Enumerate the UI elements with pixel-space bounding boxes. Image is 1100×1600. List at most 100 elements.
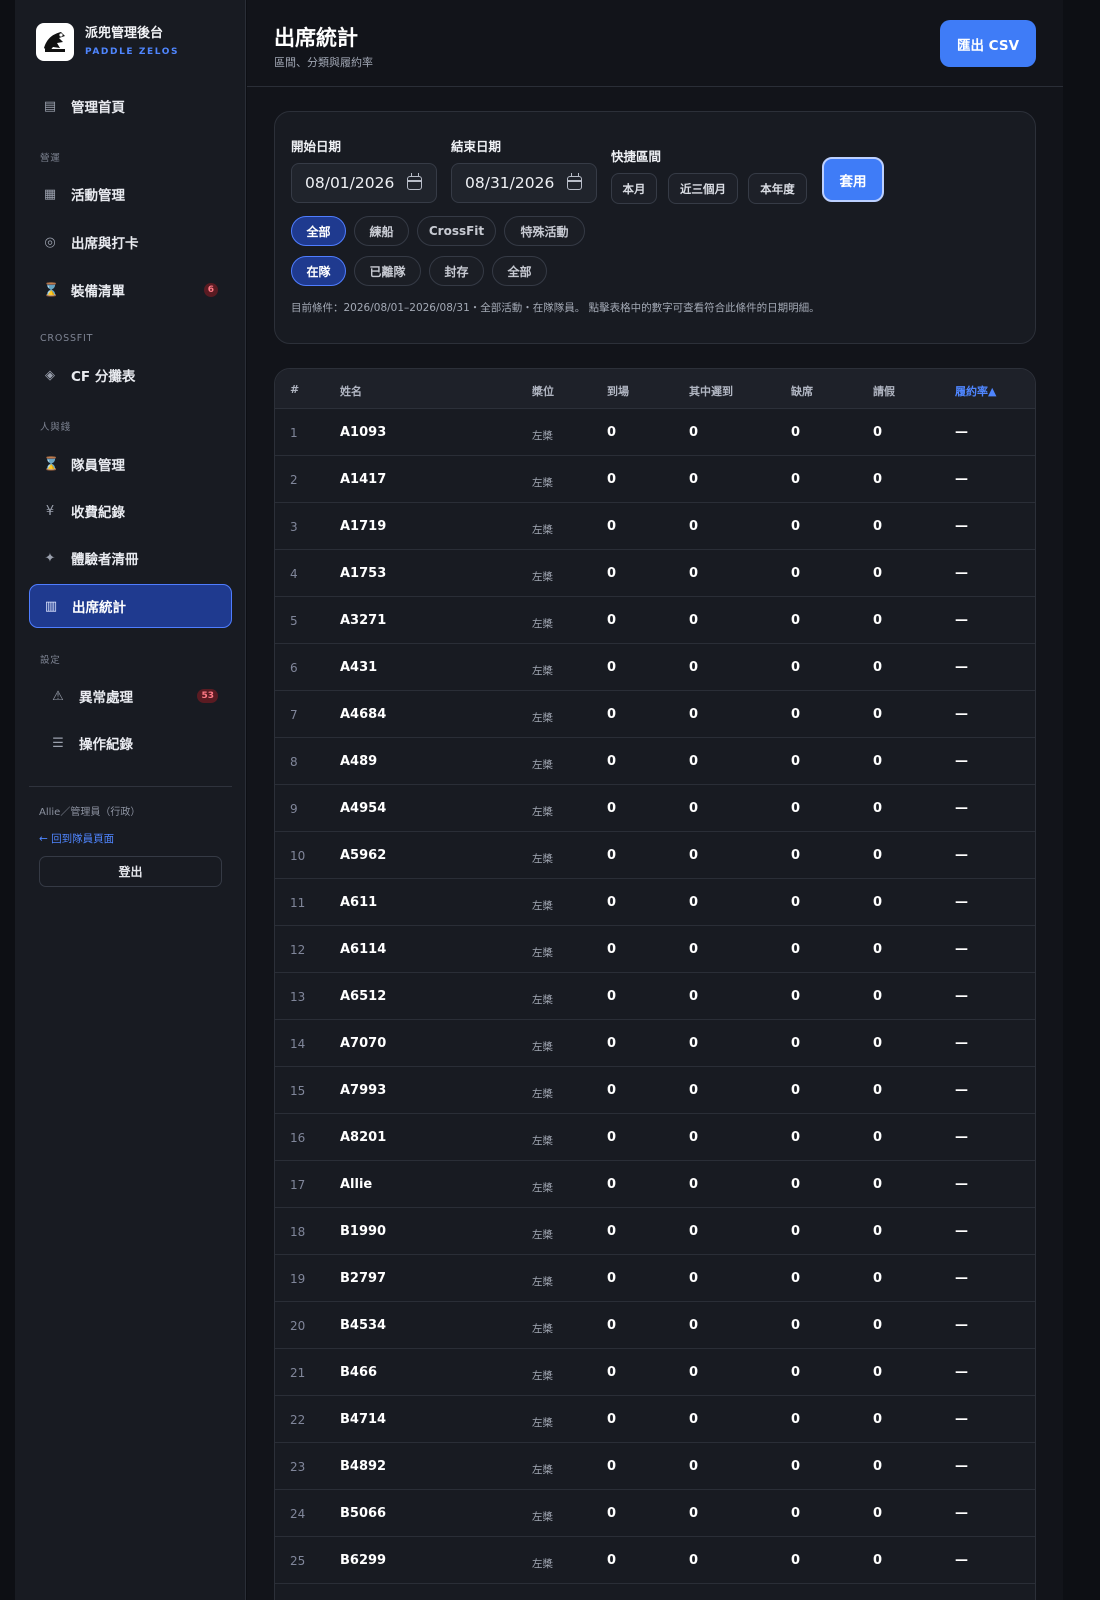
absent-count[interactable]: 0 [791, 1318, 800, 1333]
table-row[interactable]: 25 B6299 左槳 0 0 0 0 — [275, 1537, 1035, 1584]
leave-count[interactable]: 0 [873, 1224, 882, 1239]
attended-count[interactable]: 0 [607, 1271, 616, 1286]
absent-count[interactable]: 0 [791, 942, 800, 957]
late-count[interactable]: 0 [689, 1506, 698, 1521]
attended-count[interactable]: 0 [607, 1553, 616, 1568]
absent-count[interactable]: 0 [791, 801, 800, 816]
absent-count[interactable]: 0 [791, 660, 800, 675]
category-all-pill[interactable]: 全部 [291, 216, 346, 246]
attended-count[interactable]: 0 [607, 707, 616, 722]
end-date-input[interactable]: 08/31/2026 [451, 163, 597, 203]
leave-count[interactable]: 0 [873, 1365, 882, 1380]
attended-count[interactable]: 0 [607, 1459, 616, 1474]
late-count[interactable]: 0 [689, 1459, 698, 1474]
leave-count[interactable]: 0 [873, 472, 882, 487]
absent-count[interactable]: 0 [791, 848, 800, 863]
late-count[interactable]: 0 [689, 1224, 698, 1239]
sidebar-item-activities[interactable]: ▦ 活動管理 [29, 172, 232, 216]
brand[interactable]: 派兜管理後台 PADDLE ZELOS [36, 23, 179, 61]
late-count[interactable]: 0 [689, 1130, 698, 1145]
late-count[interactable]: 0 [689, 1318, 698, 1333]
status-active-pill[interactable]: 在隊 [291, 256, 346, 286]
late-count[interactable]: 0 [689, 989, 698, 1004]
table-row[interactable]: 11 A611 左槳 0 0 0 0 — [275, 879, 1035, 926]
late-count[interactable]: 0 [689, 848, 698, 863]
table-row[interactable]: 20 B4534 左槳 0 0 0 0 — [275, 1302, 1035, 1349]
col-leave-header[interactable]: 請假 [873, 383, 895, 399]
attended-count[interactable]: 0 [607, 989, 616, 1004]
table-row[interactable]: 13 A6512 左槳 0 0 0 0 — [275, 973, 1035, 1020]
absent-count[interactable]: 0 [791, 1083, 800, 1098]
attended-count[interactable]: 0 [607, 1318, 616, 1333]
late-count[interactable]: 0 [689, 1177, 698, 1192]
late-count[interactable]: 0 [689, 942, 698, 957]
leave-count[interactable]: 0 [873, 425, 882, 440]
table-row[interactable]: 17 Allie 左槳 0 0 0 0 — [275, 1161, 1035, 1208]
sidebar-item-equipment[interactable]: ⌛ 裝備清單 6 [29, 268, 232, 312]
absent-count[interactable]: 0 [791, 472, 800, 487]
attended-count[interactable]: 0 [607, 1412, 616, 1427]
quick-this-month-button[interactable]: 本月 [611, 173, 657, 204]
late-count[interactable]: 0 [689, 519, 698, 534]
absent-count[interactable]: 0 [791, 425, 800, 440]
attended-count[interactable]: 0 [607, 1130, 616, 1145]
absent-count[interactable]: 0 [791, 989, 800, 1004]
late-count[interactable]: 0 [689, 895, 698, 910]
category-boat-pill[interactable]: 練船 [354, 216, 409, 246]
absent-count[interactable]: 0 [791, 1365, 800, 1380]
absent-count[interactable]: 0 [791, 754, 800, 769]
attended-count[interactable]: 0 [607, 942, 616, 957]
late-count[interactable]: 0 [689, 707, 698, 722]
quick-three-months-button[interactable]: 近三個月 [668, 173, 738, 204]
absent-count[interactable]: 0 [791, 1506, 800, 1521]
table-row[interactable]: 3 A1719 左槳 0 0 0 0 — [275, 503, 1035, 550]
apply-button[interactable]: 套用 [822, 157, 884, 202]
table-row[interactable]: 14 A7070 左槳 0 0 0 0 — [275, 1020, 1035, 1067]
absent-count[interactable]: 0 [791, 1412, 800, 1427]
leave-count[interactable]: 0 [873, 1553, 882, 1568]
absent-count[interactable]: 0 [791, 707, 800, 722]
leave-count[interactable]: 0 [873, 1130, 882, 1145]
attended-count[interactable]: 0 [607, 1036, 616, 1051]
quick-this-year-button[interactable]: 本年度 [748, 173, 807, 204]
table-row[interactable]: 24 B5066 左槳 0 0 0 0 — [275, 1490, 1035, 1537]
late-count[interactable]: 0 [689, 1271, 698, 1286]
status-archived-pill[interactable]: 封存 [429, 256, 484, 286]
category-crossfit-pill[interactable]: CrossFit [417, 216, 496, 246]
late-count[interactable]: 0 [689, 1365, 698, 1380]
leave-count[interactable]: 0 [873, 848, 882, 863]
leave-count[interactable]: 0 [873, 1083, 882, 1098]
status-all-pill[interactable]: 全部 [492, 256, 547, 286]
table-row[interactable]: 6 A431 左槳 0 0 0 0 — [275, 644, 1035, 691]
status-left-pill[interactable]: 已離隊 [354, 256, 421, 286]
attended-count[interactable]: 0 [607, 519, 616, 534]
table-row[interactable]: 9 A4954 左槳 0 0 0 0 — [275, 785, 1035, 832]
table-row[interactable]: 18 B1990 左槳 0 0 0 0 — [275, 1208, 1035, 1255]
attended-count[interactable]: 0 [607, 1083, 616, 1098]
col-late-header[interactable]: 其中遲到 [689, 383, 733, 399]
table-row[interactable]: 15 A7993 左槳 0 0 0 0 — [275, 1067, 1035, 1114]
col-name-header[interactable]: 姓名 [340, 383, 362, 399]
leave-count[interactable]: 0 [873, 1318, 882, 1333]
absent-count[interactable]: 0 [791, 1224, 800, 1239]
calendar-icon[interactable] [567, 173, 582, 190]
leave-count[interactable]: 0 [873, 1412, 882, 1427]
table-row[interactable]: 2 A1417 左槳 0 0 0 0 — [275, 456, 1035, 503]
late-count[interactable]: 0 [689, 801, 698, 816]
absent-count[interactable]: 0 [791, 1271, 800, 1286]
leave-count[interactable]: 0 [873, 613, 882, 628]
table-row[interactable]: 4 A1753 左槳 0 0 0 0 — [275, 550, 1035, 597]
table-row[interactable]: 23 B4892 左槳 0 0 0 0 — [275, 1443, 1035, 1490]
logout-button[interactable]: 登出 [39, 856, 222, 887]
leave-count[interactable]: 0 [873, 801, 882, 816]
table-row[interactable]: 16 A8201 左槳 0 0 0 0 — [275, 1114, 1035, 1161]
attended-count[interactable]: 0 [607, 1177, 616, 1192]
table-row[interactable]: 5 A3271 左槳 0 0 0 0 — [275, 597, 1035, 644]
leave-count[interactable]: 0 [873, 1177, 882, 1192]
leave-count[interactable]: 0 [873, 707, 882, 722]
late-count[interactable]: 0 [689, 613, 698, 628]
sidebar-item-payments[interactable]: ¥ 收費紀錄 [29, 489, 232, 533]
late-count[interactable]: 0 [689, 566, 698, 581]
late-count[interactable]: 0 [689, 1412, 698, 1427]
sidebar-item-logs[interactable]: ☰ 操作紀錄 [29, 721, 232, 765]
